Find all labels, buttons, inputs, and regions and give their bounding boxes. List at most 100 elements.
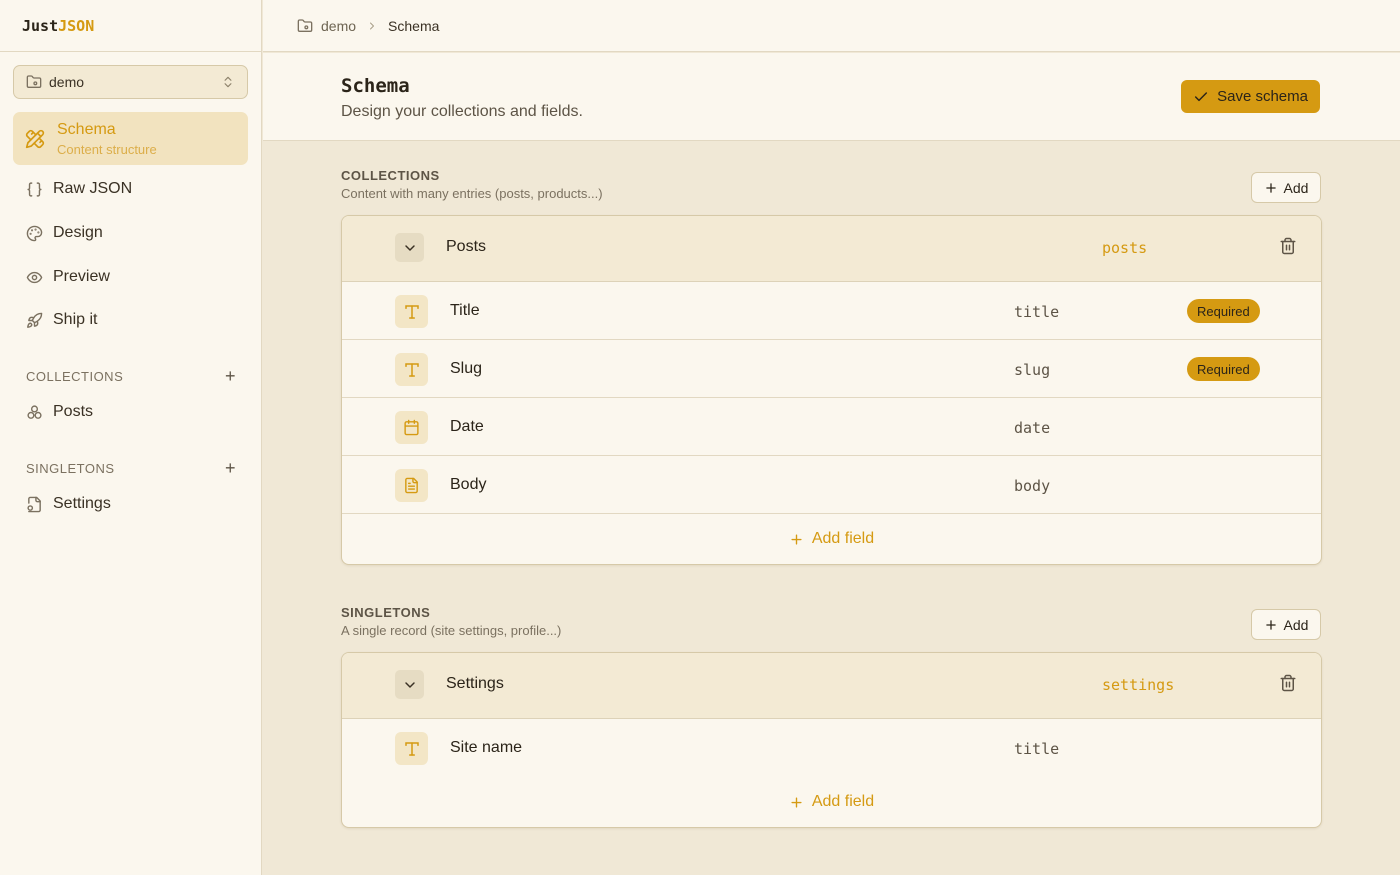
app-logo[interactable]: Just JSON [0,0,261,52]
plus-icon [791,533,802,545]
chevrons-up-down-icon [224,76,232,88]
singleton-key[interactable]: settings [1102,676,1174,694]
plus-icon [1265,182,1276,193]
page-subtitle: Design your collections and fields. [341,103,583,120]
sidebar-item-ship-it[interactable]: Ship it [26,308,97,332]
collapse-button[interactable] [395,670,424,699]
eye-icon [26,271,43,283]
sidebar: Just JSON demo Schema Content structure R… [0,0,262,875]
field-key: slug [1014,361,1051,379]
trash-icon [1280,237,1296,255]
braces-icon [27,181,42,197]
sidebar-collections-label: COLLECTIONS [26,369,124,384]
text-type-icon [395,353,428,386]
plus-icon [1265,619,1276,630]
sidebar-item-preview[interactable]: Preview [26,265,110,289]
collection-card-header: Posts posts [342,216,1321,282]
required-badge: Required [1187,357,1260,381]
project-selector[interactable]: demo [13,65,248,99]
trash-icon [1280,674,1296,692]
field-key: title [1014,740,1060,758]
palette-icon [26,225,43,241]
singleton-name[interactable]: Settings [446,675,504,693]
collections-section-label: COLLECTIONS [341,168,440,183]
sidebar-collections-header: COLLECTIONS + [26,366,236,387]
singleton-card-header: Settings settings [342,653,1321,719]
logo-text-just: Just [22,16,59,35]
add-singleton-button[interactable]: Add [1251,609,1321,640]
file-cog-icon [27,496,41,512]
collection-key[interactable]: posts [1102,239,1147,257]
save-schema-button[interactable]: Save schema [1181,80,1320,113]
add-field-button[interactable]: Add field [342,777,1321,827]
collections-section-header: COLLECTIONS Content with many entries (p… [341,168,1321,203]
folder-icon [26,75,42,88]
sidebar-item-label: Settings [53,495,111,512]
singletons-section-description: A single record (site settings, profile.… [341,623,562,638]
add-field-button[interactable]: Add field [342,514,1321,564]
add-singleton-label: Add [1283,616,1309,633]
sidebar-item-label: Design [53,224,103,241]
text-type-icon [395,295,428,328]
add-field-label: Add field [811,793,875,810]
breadcrumb-current: Schema [388,17,440,34]
check-icon [1195,91,1208,101]
sidebar-item-schema-sublabel: Content structure [57,141,157,157]
breadcrumb-project[interactable]: demo [321,18,356,34]
chevron-down-icon [404,681,415,688]
sidebar-singletons-label: SINGLETONS [26,461,115,476]
singletons-section-label: SINGLETONS [341,605,431,620]
sidebar-item-label: Posts [53,403,94,420]
field-row[interactable]: Site name title [342,719,1321,777]
required-badge: Required [1187,299,1260,323]
boxes-icon [27,404,42,419]
text-type-icon [395,732,428,765]
field-key: date [1014,419,1051,437]
field-name: Site name [450,739,523,756]
sidebar-item-raw-json[interactable]: Raw JSON [26,177,132,201]
sidebar-item-posts[interactable]: Posts [26,400,93,424]
field-name: Title [450,302,480,319]
calendar-icon [395,411,428,444]
logo-text-json: JSON [58,16,95,35]
breadcrumb: demo Schema [263,0,1400,52]
collapse-button[interactable] [395,233,424,262]
field-key: title [1014,303,1060,321]
collection-name[interactable]: Posts [446,238,486,256]
add-collection-label: Add [1283,179,1309,196]
singletons-section-header: SINGLETONS A single record (site setting… [341,605,1321,640]
chevron-right-icon [370,22,375,29]
sidebar-item-settings[interactable]: Settings [26,492,111,516]
field-name: Body [450,476,487,493]
field-row[interactable]: Title title Required [342,282,1321,340]
chevron-down-icon [404,244,415,251]
pencil-ruler-icon [25,129,45,148]
sidebar-item-schema-label: Schema [57,120,116,138]
sidebar-item-label: Raw JSON [53,180,133,197]
sidebar-item-label: Preview [53,268,110,285]
collection-card-posts: Posts posts Title title Required Slug sl… [341,215,1322,565]
add-field-label: Add field [811,530,875,547]
sidebar-item-design[interactable]: Design [26,221,103,245]
sidebar-item-label: Ship it [53,311,98,328]
field-row[interactable]: Slug slug Required [342,340,1321,398]
add-singleton-icon[interactable]: + [225,458,236,479]
singleton-card-settings: Settings settings Site name title Add fi… [341,652,1322,828]
folder-icon [297,18,313,32]
delete-singleton-button[interactable] [1279,674,1297,697]
field-name: Date [450,418,484,435]
page-title: Schema [341,75,410,97]
add-collection-icon[interactable]: + [225,366,236,387]
field-row[interactable]: Body body [342,456,1321,514]
sidebar-item-schema[interactable]: Schema Content structure [13,112,248,165]
delete-collection-button[interactable] [1279,237,1297,260]
field-row[interactable]: Date date [342,398,1321,456]
field-key: body [1014,477,1051,495]
add-collection-button[interactable]: Add [1251,172,1321,203]
sidebar-singletons-header: SINGLETONS + [26,458,236,479]
rocket-icon [27,312,43,328]
project-name: demo [49,74,85,90]
plus-icon [791,796,802,808]
field-name: Slug [450,360,483,377]
collections-section-description: Content with many entries (posts, produc… [341,186,603,201]
